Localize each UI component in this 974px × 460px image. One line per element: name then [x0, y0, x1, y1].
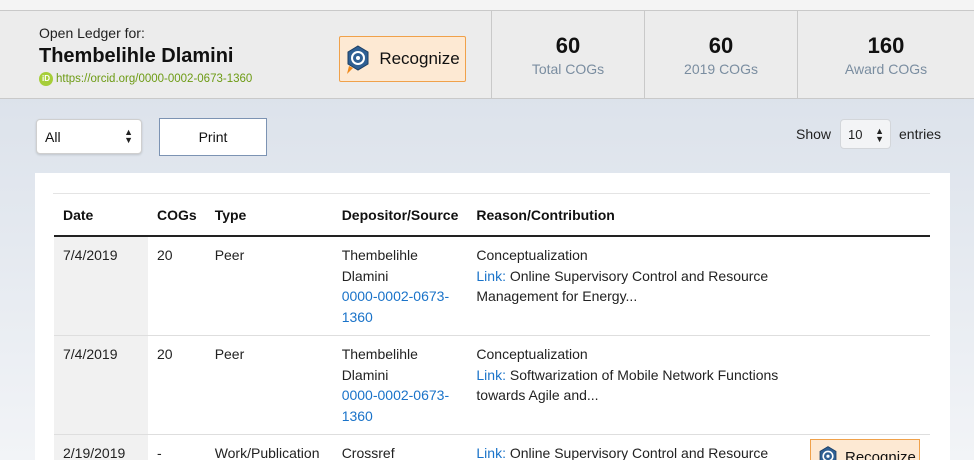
link-title: Softwarization of Mobile Network Functio…	[476, 366, 779, 404]
ledger-card: Date COGs Type Depositor/Source Reason/C…	[35, 173, 950, 460]
recognize-badge-icon	[819, 446, 837, 460]
stat-label: Total COGs	[531, 61, 605, 77]
cell-date: 7/4/2019	[54, 335, 148, 435]
cell-reason: Conceptualization Link: Online Superviso…	[467, 236, 930, 336]
column-header-depositor[interactable]: Depositor/Source	[332, 194, 468, 237]
ledger-prefix: Open Ledger for:	[39, 25, 145, 41]
depositor-name: Crossref	[341, 445, 395, 460]
entries-select[interactable]: 10 ▲ ▼	[840, 119, 891, 149]
cell-cogs: 20	[148, 236, 206, 336]
cell-depositor: Thembelihle Dlamini 0000-0002-0673-1360	[332, 236, 468, 336]
stat-total-cogs: 60 Total COGs	[491, 11, 644, 98]
cell-date: 2/19/2019	[54, 434, 148, 460]
show-label: Show	[796, 126, 832, 142]
table-row: 7/4/2019 20 Peer Thembelihle Dlamini 000…	[54, 335, 930, 435]
select-arrows-icon: ▲ ▼	[124, 127, 133, 145]
cell-depositor: Crossref	[332, 434, 468, 460]
ledger-header: Open Ledger for: Thembelihle Dlamini iD …	[0, 10, 974, 99]
cell-cogs: 20	[148, 335, 206, 435]
stat-label: Award COGs	[844, 61, 928, 77]
orcid-link[interactable]: iD https://orcid.org/0000-0002-0673-1360	[39, 72, 252, 86]
stat-value: 60	[708, 33, 734, 58]
depositor-id-link[interactable]: 0000-0002-0673-1360	[342, 286, 454, 327]
row-recognize-button[interactable]: Recognize	[810, 439, 920, 460]
reason-text: Conceptualization	[476, 247, 588, 263]
column-header-reason[interactable]: Reason/Contribution	[467, 194, 930, 237]
column-header-type[interactable]: Type	[205, 194, 333, 237]
stat-label: 2019 COGs	[684, 61, 758, 77]
orcid-icon: iD	[39, 72, 53, 86]
type-filter-value: All	[45, 129, 61, 145]
print-button[interactable]: Print	[159, 118, 267, 156]
reason-link-line: Link: Softwarization of Mobile Network F…	[476, 365, 786, 406]
cell-date: 7/4/2019	[54, 236, 148, 336]
depositor-name: Thembelihle Dlamini	[341, 346, 418, 383]
recognize-button[interactable]: Recognize	[339, 36, 466, 82]
recognize-badge-icon	[347, 45, 369, 74]
type-filter-select[interactable]: All ▲ ▼	[36, 119, 142, 154]
link-title: Online Supervisory Control and Resource …	[476, 267, 769, 305]
link-title: Online Supervisory Control and Resource	[509, 445, 769, 460]
table-header-row: Date COGs Type Depositor/Source Reason/C…	[54, 194, 930, 237]
top-strip	[0, 0, 974, 10]
reason-link-line: Link: Online Supervisory Control and Res…	[476, 266, 786, 307]
stat-year-cogs: 60 2019 COGs	[644, 11, 797, 98]
cell-type: Peer	[205, 335, 333, 435]
depositor-name: Thembelihle Dlamini	[341, 247, 418, 284]
column-header-cogs[interactable]: COGs	[148, 194, 206, 237]
stat-value: 160	[867, 33, 905, 58]
stat-value: 60	[555, 33, 581, 58]
reason-text: Conceptualization	[476, 346, 588, 362]
cell-cogs: -	[148, 434, 206, 460]
link-label[interactable]: Link:	[476, 445, 506, 460]
cell-depositor: Thembelihle Dlamini 0000-0002-0673-1360	[332, 335, 468, 435]
table-row: 2/19/2019 - Work/Publication Crossref Li…	[54, 434, 930, 460]
link-label[interactable]: Link:	[476, 268, 506, 284]
owner-info: Open Ledger for: Thembelihle Dlamini iD …	[39, 25, 252, 86]
ledger-table: Date COGs Type Depositor/Source Reason/C…	[54, 194, 930, 460]
stat-award-cogs: 160 Award COGs	[797, 11, 974, 98]
table-row: 7/4/2019 20 Peer Thembelihle Dlamini 000…	[54, 236, 930, 336]
cell-type: Peer	[205, 236, 333, 336]
recognize-label: Recognize	[845, 448, 916, 460]
orcid-url[interactable]: https://orcid.org/0000-0002-0673-1360	[56, 73, 252, 85]
cell-reason: Conceptualization Link: Softwarization o…	[467, 335, 930, 435]
cell-type: Work/Publication	[205, 434, 333, 460]
entries-label: entries	[899, 126, 942, 142]
depositor-id-link[interactable]: 0000-0002-0673-1360	[342, 385, 454, 426]
entries-value: 10	[848, 127, 863, 142]
select-arrows-icon: ▲ ▼	[875, 126, 884, 144]
link-label[interactable]: Link:	[476, 367, 506, 383]
recognize-label: Recognize	[379, 49, 460, 68]
owner-name: Thembelihle Dlamini	[39, 45, 234, 67]
column-header-date[interactable]: Date	[54, 194, 148, 237]
